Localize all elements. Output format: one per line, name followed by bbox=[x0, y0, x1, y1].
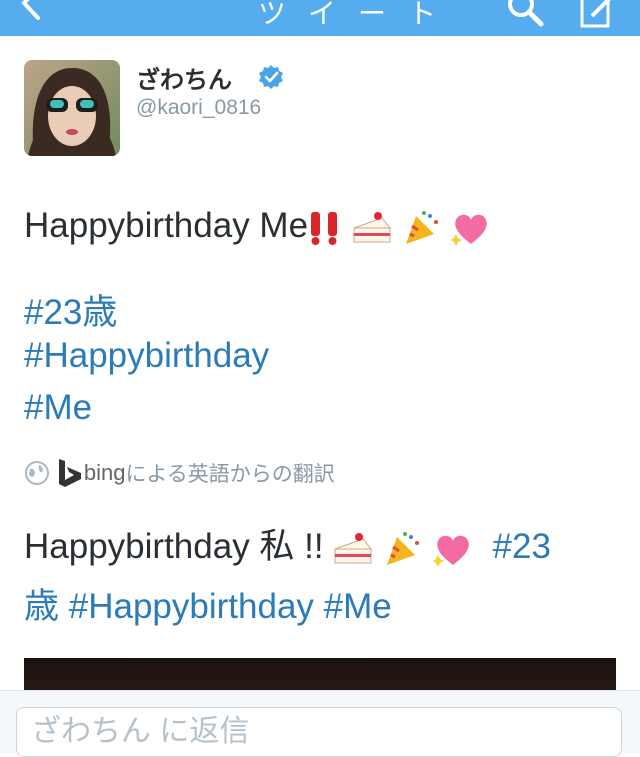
bing-logo-icon bbox=[58, 459, 81, 487]
display-name[interactable]: ざわちん bbox=[136, 60, 232, 95]
sparkling-heart-icon bbox=[432, 535, 469, 567]
globe-icon bbox=[25, 461, 49, 485]
verified-badge-icon bbox=[259, 65, 283, 89]
hashtag-link[interactable]: #Happybirthday bbox=[24, 336, 269, 376]
translated-text-line: Happybirthday 私 !! #23 bbox=[24, 518, 551, 569]
translated-text: Happybirthday 私 !! bbox=[24, 527, 334, 566]
compose-icon[interactable] bbox=[578, 0, 620, 32]
party-popper-icon bbox=[387, 531, 420, 565]
hashtag-link[interactable]: 歳 bbox=[24, 587, 59, 626]
nav-title: ツイート bbox=[258, 0, 459, 29]
tweet-text: Happybirthday Me bbox=[24, 206, 309, 245]
sparkling-heart-icon bbox=[451, 214, 488, 246]
cake-icon bbox=[353, 211, 391, 243]
reply-input[interactable] bbox=[16, 707, 622, 757]
party-popper-icon bbox=[405, 210, 438, 244]
cake-icon bbox=[334, 532, 373, 564]
translation-credit-text: による英語からの翻訳 bbox=[125, 463, 335, 486]
translation-credit: bingによる英語からの翻訳 bbox=[24, 458, 335, 488]
avatar[interactable] bbox=[24, 60, 120, 156]
translated-text-line: 歳 #Happybirthday #Me bbox=[24, 578, 392, 629]
bing-label: bing bbox=[83, 460, 126, 485]
search-icon[interactable] bbox=[505, 0, 547, 32]
double-exclamation-icon bbox=[311, 211, 338, 245]
avatar-photo bbox=[24, 60, 120, 156]
hashtag-link[interactable]: #Me bbox=[324, 587, 392, 626]
back-arrow-icon[interactable] bbox=[18, 0, 44, 20]
hashtag-link[interactable]: #23 bbox=[493, 527, 551, 566]
tweet-text-line: Happybirthday Me bbox=[24, 206, 491, 246]
hashtag-link[interactable]: #23歳 bbox=[24, 284, 117, 335]
username[interactable]: @kaori_0816 bbox=[136, 96, 261, 120]
reply-bar bbox=[0, 690, 640, 757]
hashtag-link[interactable]: #Happybirthday bbox=[69, 587, 314, 626]
top-navigation-bar: ツイート bbox=[0, 0, 640, 36]
hashtag-link[interactable]: #Me bbox=[24, 388, 92, 428]
